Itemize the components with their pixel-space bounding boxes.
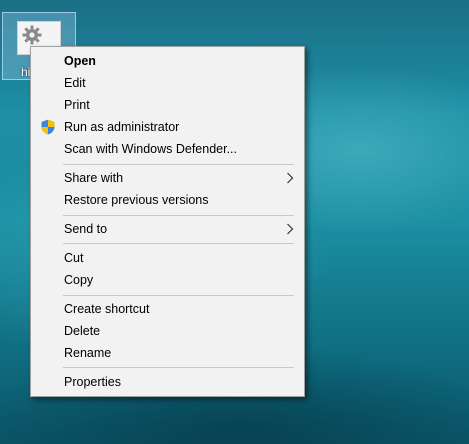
menu-item-rename[interactable]: Rename [33,342,302,364]
uac-shield-icon [41,119,55,135]
menu-item-copy[interactable]: Copy [33,269,302,291]
menu-item-cut[interactable]: Cut [33,247,302,269]
menu-separator [63,243,294,244]
menu-item-label: Share with [64,171,124,185]
menu-item-label: Delete [64,324,101,338]
context-menu: Open Edit Print Run as administrator Sca… [30,46,305,397]
menu-item-delete[interactable]: Delete [33,320,302,342]
menu-item-scan-with-windows-defender[interactable]: Scan with Windows Defender... [33,138,302,160]
menu-item-properties[interactable]: Properties [33,371,302,393]
menu-item-label: Send to [64,222,108,236]
menu-item-label: Print [64,98,90,112]
chevron-right-icon [287,172,294,184]
menu-item-label: Rename [64,346,112,360]
menu-item-label: Edit [64,76,86,90]
chevron-right-icon [287,223,294,235]
menu-item-send-to[interactable]: Send to [33,218,302,240]
menu-item-print[interactable]: Print [33,94,302,116]
menu-item-label: Scan with Windows Defender... [64,142,237,156]
menu-separator [63,295,294,296]
menu-item-share-with[interactable]: Share with [33,167,302,189]
menu-item-label: Restore previous versions [64,193,209,207]
menu-item-label: Copy [64,273,94,287]
menu-item-create-shortcut[interactable]: Create shortcut [33,298,302,320]
menu-item-open[interactable]: Open [33,50,302,72]
menu-item-edit[interactable]: Edit [33,72,302,94]
menu-item-label: Properties [64,375,121,389]
menu-item-label: Create shortcut [64,302,150,316]
menu-item-run-as-administrator[interactable]: Run as administrator [33,116,302,138]
menu-separator [63,164,294,165]
menu-separator [63,215,294,216]
menu-item-label: Cut [64,251,84,265]
desktop-icon-label: hi [21,65,31,79]
menu-item-label: Run as administrator [64,120,180,134]
menu-separator [63,367,294,368]
menu-item-label: Open [64,54,96,68]
gear-icon [22,25,42,45]
menu-item-restore-previous-versions[interactable]: Restore previous versions [33,189,302,211]
